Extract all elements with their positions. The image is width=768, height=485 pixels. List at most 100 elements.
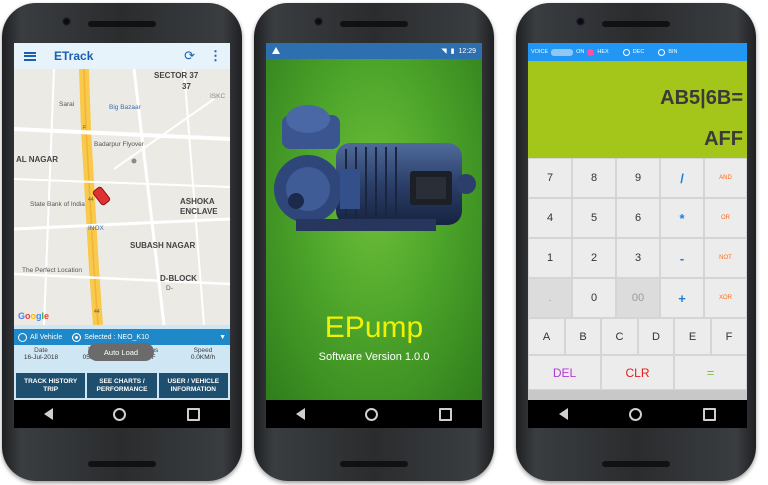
pump-illustration <box>274 105 476 231</box>
key-00[interactable]: 00 <box>616 278 660 318</box>
key-f[interactable]: F <box>711 318 747 355</box>
key-e[interactable]: E <box>674 318 711 355</box>
map-label-sector-num: 37 <box>182 82 191 91</box>
speaker <box>602 461 670 467</box>
key-clr[interactable]: CLR <box>601 355 674 390</box>
app-bar: ETrack ⟳ ⋮ <box>14 43 230 69</box>
speaker <box>88 461 156 467</box>
action-buttons: TRACK HISTORY TRIP SEE CHARTS / PERFORMA… <box>16 373 228 398</box>
nav-bar <box>14 400 230 428</box>
key-equals[interactable]: = <box>674 355 747 390</box>
key-8[interactable]: 8 <box>572 158 616 198</box>
road-marker-f: F <box>83 125 87 131</box>
key-multiply[interactable]: * <box>660 198 704 238</box>
radio-dec-icon[interactable] <box>622 48 630 56</box>
radio-selected-icon[interactable] <box>72 332 82 342</box>
speaker <box>88 21 156 27</box>
front-camera <box>314 17 323 26</box>
bin-label[interactable]: BIN <box>668 49 677 55</box>
key-decimal[interactable]: . <box>528 278 572 318</box>
radio-all-label[interactable]: All Vehicle <box>30 334 62 341</box>
key-9[interactable]: 9 <box>616 158 660 198</box>
key-plus[interactable]: + <box>660 278 704 318</box>
key-5[interactable]: 5 <box>572 198 616 238</box>
key-b[interactable]: B <box>565 318 601 355</box>
info-value-date: 16-Jul-2018 <box>23 354 59 361</box>
screen-calculator: VOICE ON HEX DEC BIN AB5|6B= AFF 7 8 9 /… <box>528 43 747 428</box>
nav-bar <box>528 400 747 428</box>
back-icon[interactable] <box>558 408 568 420</box>
map-label-sector: SECTOR 37 <box>154 71 199 80</box>
phone-epump: ◥ ▮ 12:29 EPump Software Version 1.0.0 <box>254 3 494 481</box>
key-4[interactable]: 4 <box>528 198 572 238</box>
voice-toggle[interactable] <box>551 48 574 56</box>
calc-display: AB5|6B= AFF <box>528 61 747 158</box>
front-camera <box>576 17 585 26</box>
key-0[interactable]: 0 <box>572 278 616 318</box>
track-history-button[interactable]: TRACK HISTORY TRIP <box>16 373 86 398</box>
refresh-icon[interactable]: ⟳ <box>184 48 195 64</box>
screen-etrack: ETrack ⟳ ⋮ SECTOR 37 37 ISKC Sarai Big B… <box>14 43 230 428</box>
hex-label[interactable]: HEX <box>597 49 608 55</box>
map-label-d: D- <box>166 285 173 292</box>
map-label-dblock: D-BLOCK <box>160 274 197 283</box>
key-7[interactable]: 7 <box>528 158 572 198</box>
home-icon[interactable] <box>365 407 379 421</box>
map-label-subash: SUBASH NAGAR <box>130 241 196 250</box>
expression: AB5|6B= <box>660 87 743 109</box>
key-a[interactable]: A <box>528 318 565 355</box>
recent-apps-icon[interactable] <box>703 407 717 421</box>
key-c[interactable]: C <box>601 318 638 355</box>
more-vert-icon[interactable]: ⋮ <box>209 48 222 64</box>
map-label-sarai: Sarai <box>59 101 75 108</box>
radio-selected-label[interactable]: Selected : NEO_K10 <box>84 334 149 341</box>
recent-apps-icon[interactable] <box>186 407 200 421</box>
toggle-on-label: ON <box>576 49 585 55</box>
info-value-speed: 0.0KM/h <box>190 354 216 361</box>
key-minus[interactable]: - <box>660 238 704 278</box>
recent-apps-icon[interactable] <box>438 407 452 421</box>
key-not[interactable]: NOT <box>704 238 747 278</box>
back-icon[interactable] <box>44 408 54 420</box>
screen-epump: ◥ ▮ 12:29 EPump Software Version 1.0.0 <box>266 43 482 428</box>
map-label-perfect: The Perfect Location <box>22 267 82 274</box>
radio-all-icon[interactable] <box>18 332 27 342</box>
key-2[interactable]: 2 <box>572 238 616 278</box>
road-marker-44: 44 <box>88 197 94 203</box>
radio-hex-icon[interactable] <box>587 48 595 56</box>
key-1[interactable]: 1 <box>528 238 572 278</box>
nav-bar <box>266 400 482 428</box>
radio-bin-icon[interactable] <box>658 48 666 56</box>
keypad: 7 8 9 / AND 4 5 6 * OR 1 2 3 - NOT . 0 0… <box>528 158 747 400</box>
key-divide[interactable]: / <box>660 158 704 198</box>
key-d[interactable]: D <box>638 318 674 355</box>
app-title: ETrack <box>54 49 94 63</box>
road-marker-44-bottom: 44 <box>94 309 100 315</box>
home-icon[interactable] <box>113 407 127 421</box>
info-header-date: Date <box>34 347 48 354</box>
menu-icon[interactable] <box>24 51 36 61</box>
back-icon[interactable] <box>296 408 306 420</box>
key-del[interactable]: DEL <box>528 355 601 390</box>
wifi-icon: ◥ <box>441 48 447 55</box>
map-view[interactable]: SECTOR 37 37 ISKC Sarai Big Bazaar AL NA… <box>14 69 230 325</box>
map-label-sbi: State Bank of India <box>30 201 85 208</box>
user-vehicle-info-button[interactable]: USER / VEHICLE INFORMATION <box>158 373 228 398</box>
key-or[interactable]: OR <box>704 198 747 238</box>
result: AFF <box>704 128 743 150</box>
home-icon[interactable] <box>628 407 642 421</box>
key-6[interactable]: 6 <box>616 198 660 238</box>
toast-auto-load: Auto Load <box>88 343 154 361</box>
battery-icon: ▮ <box>450 48 455 55</box>
map-label-big-bazaar: Big Bazaar <box>109 104 141 111</box>
chevron-down-icon[interactable]: ▼ <box>219 334 226 341</box>
key-xor[interactable]: XOR <box>704 278 747 318</box>
mode-bar: VOICE ON HEX DEC BIN <box>528 43 747 61</box>
key-3[interactable]: 3 <box>616 238 660 278</box>
status-time: 12:29 <box>458 47 476 55</box>
phone-etrack: ETrack ⟳ ⋮ SECTOR 37 37 ISKC Sarai Big B… <box>2 3 242 481</box>
see-charts-button[interactable]: SEE CHARTS / PERFORMANCE <box>87 373 157 398</box>
key-and[interactable]: AND <box>704 158 747 198</box>
voice-label: VOICE <box>531 49 549 55</box>
dec-label[interactable]: DEC <box>633 49 645 55</box>
